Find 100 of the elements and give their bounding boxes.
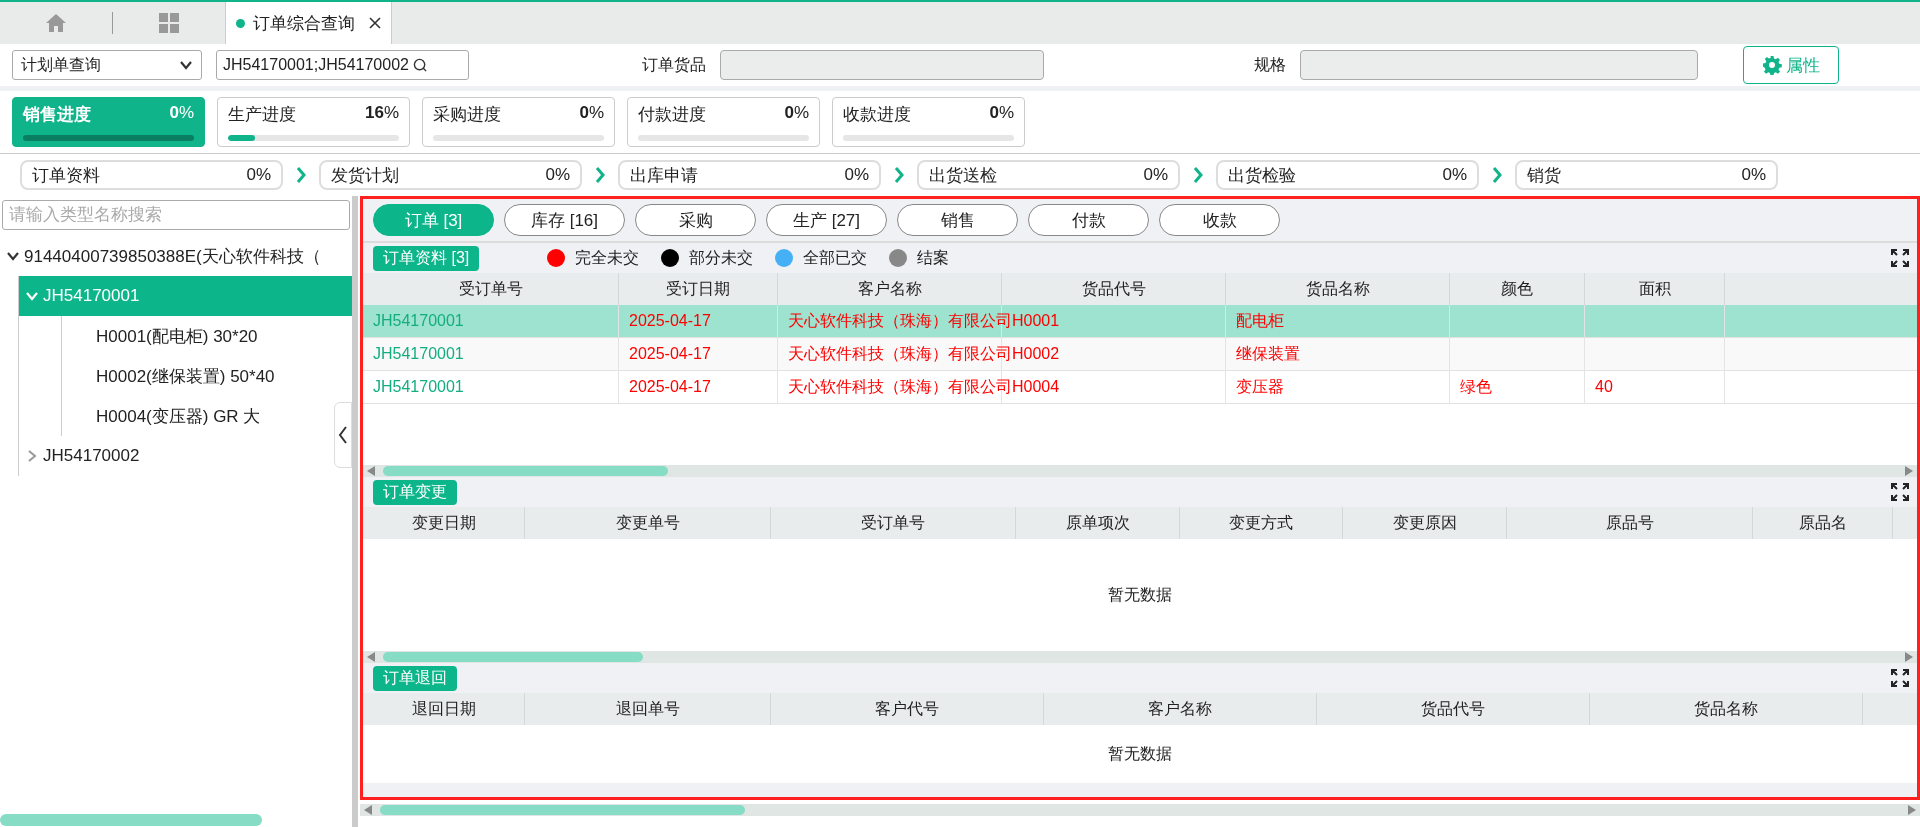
expand-icon[interactable] xyxy=(1891,483,1909,501)
active-dot-icon xyxy=(236,18,245,28)
stage-pill[interactable]: 出库申请 0% xyxy=(618,160,881,190)
table-cell-text: 天心软件科技（珠海）有限公司 xyxy=(788,376,1012,397)
chevron-right-icon xyxy=(1492,167,1502,183)
empty-message: 暂无数据 xyxy=(1108,744,1172,762)
column-header[interactable]: 货品代号 xyxy=(1317,693,1590,725)
column-header[interactable]: 变更方式 xyxy=(1180,507,1343,539)
progress-card[interactable]: 付款进度 0% xyxy=(627,97,820,147)
horizontal-scrollbar[interactable] xyxy=(363,651,1917,663)
query-type-dropdown[interactable]: 计划单查询 xyxy=(12,50,202,80)
progress-label: 采购进度 xyxy=(433,104,501,126)
detail-tab[interactable]: 销售 xyxy=(897,204,1018,236)
detail-tab[interactable]: 采购 xyxy=(635,204,756,236)
column-header[interactable]: 退回单号 xyxy=(525,693,771,725)
legend-label: 部分未交 xyxy=(689,247,754,268)
table-cell: 2025-04-17 xyxy=(629,312,711,330)
expand-icon[interactable] xyxy=(1891,249,1909,267)
scroll-left-icon[interactable] xyxy=(367,466,375,476)
scrollbar-thumb[interactable] xyxy=(0,814,262,826)
horizontal-scrollbar[interactable] xyxy=(360,804,1920,816)
progress-card[interactable]: 生产进度 16% xyxy=(217,97,410,147)
legend-label: 完全未交 xyxy=(575,247,640,268)
home-icon[interactable] xyxy=(44,11,68,35)
stage-pill[interactable]: 销货 0% xyxy=(1515,160,1778,190)
tree-item[interactable]: JH54170002 xyxy=(19,436,148,476)
column-header[interactable]: 原品名 xyxy=(1753,507,1893,539)
tree-item[interactable]: H0001(配电柜) 30*20 xyxy=(62,316,266,356)
scroll-right-icon[interactable] xyxy=(1905,652,1913,662)
collapse-handle[interactable] xyxy=(334,402,352,468)
horizontal-scrollbar[interactable] xyxy=(363,465,1917,477)
goods-field[interactable] xyxy=(720,50,1044,80)
column-header[interactable]: 原品号 xyxy=(1507,507,1753,539)
tree-search-field[interactable]: 请输入类型名称搜索 xyxy=(2,200,350,230)
chevron-right-icon xyxy=(296,167,306,183)
tree-item[interactable]: H0002(继保装置) 50*40 xyxy=(62,356,283,396)
scroll-right-icon[interactable] xyxy=(1905,466,1913,476)
progress-label: 付款进度 xyxy=(638,104,706,126)
page-tab[interactable]: 订单综合查询 xyxy=(225,2,392,44)
field-label: 规格 xyxy=(1254,54,1286,75)
search-icon[interactable] xyxy=(412,57,428,73)
column-header[interactable]: 客户代号 xyxy=(771,693,1044,725)
field-label: 订单货品 xyxy=(642,54,706,75)
detail-tab[interactable]: 库存 [16] xyxy=(504,204,625,236)
table-cell: 2025-04-17 xyxy=(629,378,711,396)
progress-reading: 0% xyxy=(169,103,194,124)
stage-pill[interactable]: 出货送检 0% xyxy=(917,160,1180,190)
progress-card[interactable]: 收款进度 0% xyxy=(832,97,1025,147)
column-header[interactable]: 变更单号 xyxy=(525,507,771,539)
scroll-left-icon[interactable] xyxy=(364,805,372,815)
stage-pill[interactable]: 订单资料 0% xyxy=(20,160,283,190)
progress-reading: 0% xyxy=(579,103,604,124)
section-title: 订单资料 [3] xyxy=(373,245,480,271)
table-cell-text: 变压器 xyxy=(1236,376,1284,397)
detail-tab[interactable]: 生产 [27] xyxy=(766,204,887,236)
column-header[interactable]: 变更原因 xyxy=(1343,507,1507,539)
section-title: 订单退回 xyxy=(373,665,457,691)
chevron-right-icon xyxy=(1193,167,1203,183)
detail-tab[interactable]: 付款 xyxy=(1028,204,1149,236)
section-title: 订单变更 xyxy=(373,479,457,505)
spec-field[interactable] xyxy=(1300,50,1698,80)
empty-message: 暂无数据 xyxy=(1108,585,1172,603)
column-header[interactable]: 受订单号 xyxy=(771,507,1016,539)
chevron-right-icon xyxy=(894,167,904,183)
scroll-right-icon[interactable] xyxy=(1908,805,1916,815)
chevron-right-icon xyxy=(595,167,605,183)
expand-icon[interactable] xyxy=(1891,669,1909,687)
table-cell-text: 天心软件科技（珠海）有限公司 xyxy=(788,343,1012,364)
progress-label: 生产进度 xyxy=(228,104,296,126)
progress-reading: 0% xyxy=(784,103,809,124)
table-cell-text: 继保装置 xyxy=(1236,343,1300,364)
table-cell: H0004 xyxy=(1012,378,1060,396)
table-row[interactable]: JH54170001 2025-04-17 天心软件科技（珠海）有限公司H0004 变压器 绿色 40 xyxy=(363,371,1917,404)
table-cell-text: 配电柜 xyxy=(1236,310,1284,331)
column-header[interactable]: 退回日期 xyxy=(363,693,525,725)
progress-reading: 0% xyxy=(989,103,1014,124)
stage-pill[interactable]: 出货检验 0% xyxy=(1216,160,1479,190)
column-header[interactable]: 原单项次 xyxy=(1016,507,1180,539)
scroll-left-icon[interactable] xyxy=(367,652,375,662)
progress-label: 收款进度 xyxy=(843,104,911,126)
tree-item[interactable]: 91440400739850388E(天心软件科技（ xyxy=(0,236,329,276)
progress-label: 销售进度 xyxy=(23,104,91,126)
column-header[interactable]: 变更日期 xyxy=(363,507,525,539)
stage-pill[interactable]: 发货计划 0% xyxy=(319,160,582,190)
table-cell: 2025-04-17 xyxy=(629,345,711,363)
table-row[interactable]: JH54170001 2025-04-17 天心软件科技（珠海）有限公司H0002 继保装置 xyxy=(363,338,1917,371)
search-field[interactable]: JH54170001;JH54170002 xyxy=(216,50,469,80)
table-cell: JH54170001 xyxy=(373,345,464,363)
grid-icon[interactable] xyxy=(157,11,181,35)
table-cell: JH54170001 xyxy=(373,312,464,330)
gear-icon xyxy=(1762,55,1782,75)
close-icon[interactable] xyxy=(369,17,381,29)
column-header[interactable]: 客户名称 xyxy=(1044,693,1317,725)
chevron-left-icon xyxy=(338,426,348,444)
table-cell-text: 绿色 xyxy=(1460,376,1492,397)
progress-card[interactable]: 采购进度 0% xyxy=(422,97,615,147)
table-cell: H0001 xyxy=(1012,312,1060,330)
column-header[interactable]: 货品名称 xyxy=(1590,693,1863,725)
detail-tab[interactable]: 收款 xyxy=(1159,204,1280,236)
tree-item[interactable]: H0004(变压器) GR 大 xyxy=(62,396,269,436)
